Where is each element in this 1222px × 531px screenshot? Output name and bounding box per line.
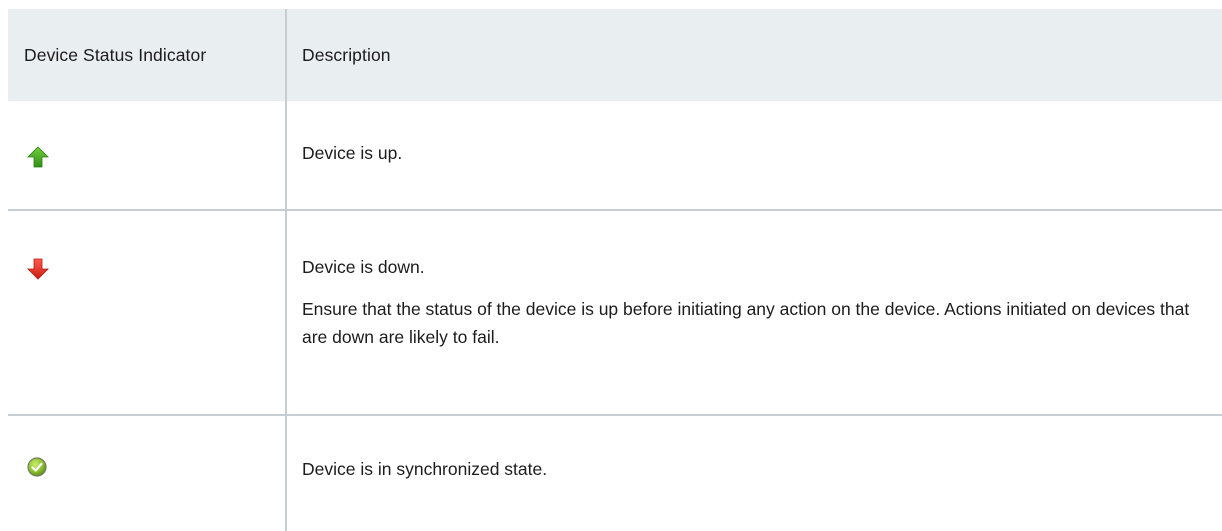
- device-status-table: Device Status Indicator Description Devi…: [8, 9, 1222, 531]
- table-header: Device Status Indicator Description: [8, 9, 1222, 101]
- description-text: Device is up.: [302, 143, 403, 163]
- description-note: Ensure that the status of the device is …: [302, 299, 1190, 347]
- row-description: Device is up.: [302, 139, 1207, 167]
- table-row: Device is in synchronized state.: [8, 416, 1222, 531]
- table-row: Device is down. Ensure that the status o…: [8, 211, 1222, 416]
- table-row: Device is up.: [8, 101, 1222, 211]
- row-description: Device is in synchronized state.: [302, 455, 1207, 483]
- header-description: Description: [302, 44, 391, 65]
- header-device-status-indicator: Device Status Indicator: [24, 44, 207, 65]
- column-divider: [285, 9, 287, 531]
- description-text: Device is down.: [302, 257, 425, 277]
- red-down-arrow-icon: [27, 258, 49, 280]
- green-check-circle-icon: [26, 456, 48, 478]
- green-up-arrow-icon: [27, 146, 49, 168]
- description-text: Device is in synchronized state.: [302, 459, 548, 479]
- row-description: Device is down. Ensure that the status o…: [302, 253, 1207, 351]
